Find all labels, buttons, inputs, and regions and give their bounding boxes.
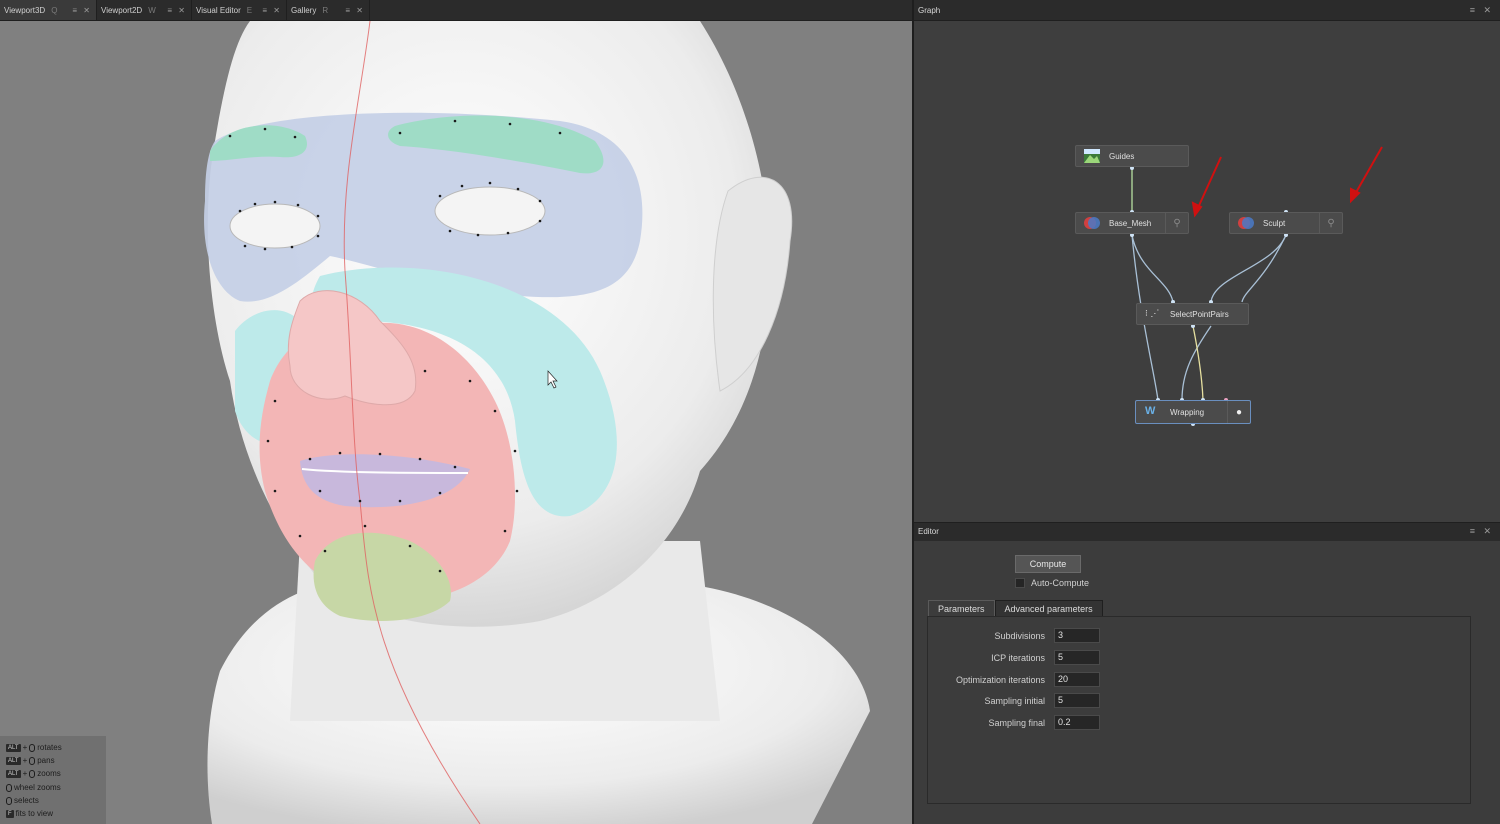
graph-title: Graph <box>918 6 941 15</box>
alt-key-icon: ALT <box>6 769 21 778</box>
tab-advanced-parameters[interactable]: Advanced parameters <box>994 600 1103 616</box>
tab-controls-icon[interactable]: ≡ ✕ <box>167 6 187 15</box>
node-wrapping[interactable]: W Wrapping ● <box>1135 400 1251 424</box>
auto-compute-row[interactable]: Auto-Compute <box>1015 578 1089 588</box>
param-optimization-iterations: Optimization iterations 20 <box>928 672 1128 688</box>
plus-text: + <box>22 769 28 778</box>
annotation-arrows <box>1191 146 1383 218</box>
hint-text: zooms <box>37 769 61 778</box>
hint-text: selects <box>14 796 39 805</box>
hint-zoom: ALT + zooms <box>6 769 61 778</box>
graph-connections <box>1130 146 1383 426</box>
param-label: Sampling initial <box>984 696 1045 706</box>
tab-controls-icon[interactable]: ≡ ✕ <box>345 6 365 15</box>
parameters-box: Subdivisions 3 ICP iterations 5 Optimiza… <box>927 616 1471 804</box>
param-subdivisions: Subdivisions 3 <box>928 628 1128 644</box>
tab-viewport2d[interactable]: Viewport2D W ≡ ✕ <box>97 0 192 20</box>
editor-tabs: Parameters Advanced parameters <box>928 600 1103 616</box>
sampling-final-field[interactable]: 0.2 <box>1054 715 1100 730</box>
panel-controls-icon[interactable]: ≡ ✕ <box>1470 5 1494 16</box>
optimization-iterations-field[interactable]: 20 <box>1054 672 1100 687</box>
hint-text: rotates <box>37 743 62 752</box>
tab-viewport3d[interactable]: Viewport3D Q ≡ ✕ <box>0 0 97 20</box>
param-label: Optimization iterations <box>955 675 1045 685</box>
subdivisions-field[interactable]: 3 <box>1054 628 1100 643</box>
param-label: Subdivisions <box>994 631 1045 641</box>
hint-select: selects <box>6 796 39 805</box>
tab-label: Gallery <box>291 5 317 15</box>
param-sampling-initial: Sampling initial 5 <box>928 693 1128 709</box>
tab-label: Viewport2D <box>101 5 143 15</box>
sampling-initial-field[interactable]: 5 <box>1054 693 1100 708</box>
hint-pan: ALT + pans <box>6 756 55 765</box>
tab-label: Visual Editor <box>196 5 241 15</box>
mouse-wheel-icon <box>6 783 12 792</box>
mesh-icon <box>1084 217 1100 229</box>
tab-hotkey: E <box>246 5 253 15</box>
tab-hotkey: Q <box>51 5 58 15</box>
head-model-render[interactable] <box>0 21 912 824</box>
compute-button[interactable]: Compute <box>1015 555 1081 573</box>
image-icon <box>1084 149 1100 163</box>
auto-compute-checkbox[interactable] <box>1015 578 1025 588</box>
visibility-bulb-icon[interactable]: ⚲ <box>1165 213 1188 233</box>
hint-rotate: ALT + rotates <box>6 743 62 752</box>
tab-label: Viewport3D <box>4 5 46 15</box>
plus-text: + <box>22 743 28 752</box>
hint-wheel-zoom: wheel zooms <box>6 783 61 792</box>
wrap-icon: W <box>1145 405 1156 417</box>
mouse-right-icon <box>29 769 36 778</box>
viewport-3d[interactable] <box>0 21 912 824</box>
navigation-hints: ALT + rotates ALT + pans ALT + zooms whe… <box>0 736 106 824</box>
node-label: SelectPointPairs <box>1170 310 1229 319</box>
point-pairs-icon: ⁝ ⋰ <box>1145 308 1160 318</box>
plus-text: + <box>22 756 28 765</box>
hint-text: pans <box>37 756 55 765</box>
tab-controls-icon[interactable]: ≡ ✕ <box>262 6 282 15</box>
graph-panel-header: Graph ≡ ✕ <box>914 0 1500 21</box>
hint-fit: F fits to view <box>6 809 53 818</box>
mouse-left-icon <box>29 743 36 752</box>
tab-hotkey: R <box>322 5 329 15</box>
editor-panel: Compute Auto-Compute Parameters Advanced… <box>914 541 1500 824</box>
tab-visual-editor[interactable]: Visual Editor E ≡ ✕ <box>192 0 287 20</box>
f-key-icon: F <box>6 809 14 818</box>
editor-title: Editor <box>918 527 939 536</box>
tab-gallery[interactable]: Gallery R ≡ ✕ <box>287 0 370 20</box>
alt-key-icon: ALT <box>6 743 21 752</box>
node-label: Guides <box>1109 152 1135 161</box>
param-label: Sampling final <box>988 718 1045 728</box>
node-label: Sculpt <box>1263 219 1286 228</box>
param-icp-iterations: ICP iterations 5 <box>928 650 1128 666</box>
tab-hotkey: W <box>148 5 156 15</box>
visibility-bulb-icon[interactable]: ● <box>1227 401 1250 423</box>
node-select-point-pairs[interactable]: ⁝ ⋰ SelectPointPairs <box>1136 303 1249 325</box>
mouse-left-icon <box>6 796 12 805</box>
alt-key-icon: ALT <box>6 756 21 765</box>
node-label: Base_Mesh <box>1109 219 1152 228</box>
tab-controls-icon[interactable]: ≡ ✕ <box>72 6 92 15</box>
auto-compute-label: Auto-Compute <box>1031 578 1090 588</box>
param-sampling-final: Sampling final 0.2 <box>928 715 1128 731</box>
viewport-tab-bar: Viewport3D Q ≡ ✕ Viewport2D W ≡ ✕ Visual… <box>0 0 912 21</box>
mesh-icon <box>1238 217 1254 229</box>
node-sculpt[interactable]: Sculpt ⚲ <box>1229 212 1343 234</box>
node-guides[interactable]: Guides <box>1075 145 1189 167</box>
visibility-bulb-icon[interactable]: ⚲ <box>1319 213 1342 233</box>
editor-panel-header: Editor ≡ ✕ <box>914 522 1500 542</box>
hint-text: wheel zooms <box>14 783 61 792</box>
panel-controls-icon[interactable]: ≡ ✕ <box>1470 526 1494 537</box>
icp-iterations-field[interactable]: 5 <box>1054 650 1100 665</box>
tab-parameters[interactable]: Parameters <box>928 600 995 616</box>
param-label: ICP iterations <box>991 653 1045 663</box>
mouse-middle-icon <box>29 756 36 765</box>
node-base-mesh[interactable]: Base_Mesh ⚲ <box>1075 212 1189 234</box>
node-graph[interactable]: Guides Base_Mesh ⚲ Sculpt ⚲ ⁝ ⋰ SelectPo… <box>914 21 1500 522</box>
node-label: Wrapping <box>1170 408 1205 417</box>
hint-text: fits to view <box>15 809 54 818</box>
